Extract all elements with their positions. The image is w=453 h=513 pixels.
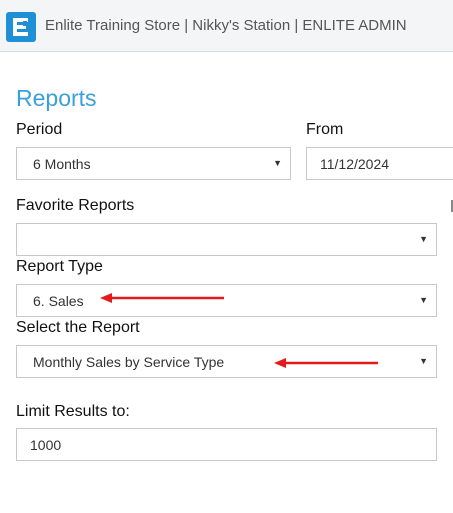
chevron-down-icon: ▼ bbox=[419, 356, 428, 366]
chevron-down-icon: ▼ bbox=[273, 158, 282, 168]
top-bar: Enlite Training Store | Nikky's Station … bbox=[0, 0, 453, 52]
report-type-value: 6. Sales bbox=[33, 293, 84, 309]
select-report-label: Select the Report bbox=[16, 319, 140, 336]
period-select[interactable]: 6 Months ▼ bbox=[16, 147, 291, 180]
enlite-logo-icon[interactable] bbox=[6, 12, 36, 42]
period-label: Period bbox=[16, 121, 63, 138]
page-title: Reports bbox=[16, 85, 97, 111]
chevron-down-icon: ▼ bbox=[419, 234, 428, 244]
chevron-down-icon: ▼ bbox=[419, 295, 428, 305]
limit-results-input[interactable]: 1000 bbox=[16, 428, 437, 461]
select-report-value: Monthly Sales by Service Type bbox=[33, 354, 225, 370]
from-date-value: 11/12/2024 bbox=[320, 156, 390, 172]
favorite-reports-select[interactable]: ▼ bbox=[16, 223, 437, 256]
favorite-reports-label: Favorite Reports bbox=[16, 197, 135, 214]
red-arrow-annotation-select-report bbox=[274, 358, 378, 368]
limit-results-label: Limit Results to: bbox=[16, 403, 130, 420]
limit-results-value: 1000 bbox=[30, 437, 62, 453]
period-value: 6 Months bbox=[33, 156, 91, 172]
from-label: From bbox=[306, 121, 344, 138]
red-arrow-annotation-report-type bbox=[100, 293, 224, 303]
from-date-input[interactable]: 11/12/2024 bbox=[306, 147, 453, 180]
report-type-label: Report Type bbox=[16, 258, 103, 275]
store-station-title: Enlite Training Store | Nikky's Station … bbox=[45, 17, 407, 34]
